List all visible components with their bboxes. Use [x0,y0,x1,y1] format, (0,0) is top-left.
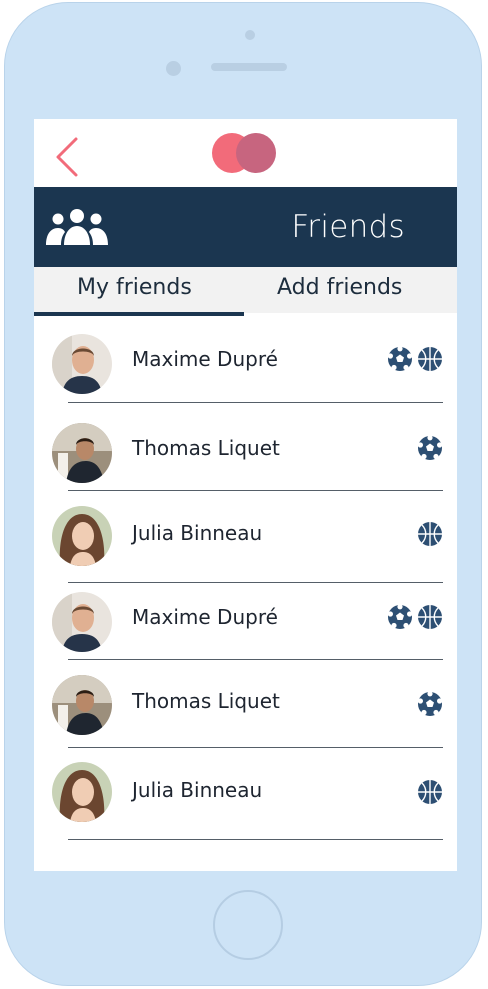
friends-group-icon [46,209,108,245]
friend-name: Julia Binneau [132,778,263,802]
front-camera [166,61,181,76]
list-item[interactable]: Maxime Dupré [34,317,457,403]
soccer-ball-icon [387,604,413,629]
active-tab-indicator [34,312,244,316]
proximity-sensor [245,30,255,40]
app-screen: Friends My friends Add friends Maxime Du… [34,119,457,871]
home-button[interactable] [213,890,283,960]
friend-name: Julia Binneau [132,521,263,545]
friend-name: Maxime Dupré [132,347,278,371]
sports-icons [417,779,443,807]
friend-name: Maxime Dupré [132,605,278,629]
app-logo [212,133,276,173]
page-header: Friends [34,187,457,267]
soccer-ball-icon [387,346,413,371]
sports-icons [417,521,443,549]
basketball-icon [418,347,442,371]
list-item[interactable]: Julia Binneau [34,491,457,583]
top-bar [34,119,457,187]
friend-name: Thomas Liquet [132,436,280,460]
tab-my-friends[interactable]: My friends [77,275,192,300]
avatar [52,334,112,394]
basketball-icon [418,605,442,629]
soccer-ball-icon [417,691,443,716]
list-item[interactable]: Thomas Liquet [34,403,457,491]
avatar [52,423,112,483]
list-item[interactable]: Julia Binneau [34,748,457,840]
avatar [52,675,112,735]
page-title: Friends [291,209,405,245]
tab-add-friends[interactable]: Add friends [277,275,402,300]
sports-icons [387,604,443,632]
list-item[interactable]: Maxime Dupré [34,583,457,660]
soccer-ball-icon [417,435,443,460]
sports-icons [417,435,443,463]
list-item[interactable]: Thomas Liquet [34,660,457,748]
avatar [52,506,112,566]
basketball-icon [418,522,442,546]
sports-icons [387,346,443,374]
back-arrow-icon[interactable] [52,135,82,179]
row-divider [68,838,443,840]
friend-name: Thomas Liquet [132,689,280,713]
avatar [52,592,112,652]
sports-icons [417,691,443,719]
basketball-icon [418,780,442,804]
avatar [52,762,112,822]
tab-bar: My friends Add friends [34,267,457,313]
earpiece-speaker [211,63,287,71]
